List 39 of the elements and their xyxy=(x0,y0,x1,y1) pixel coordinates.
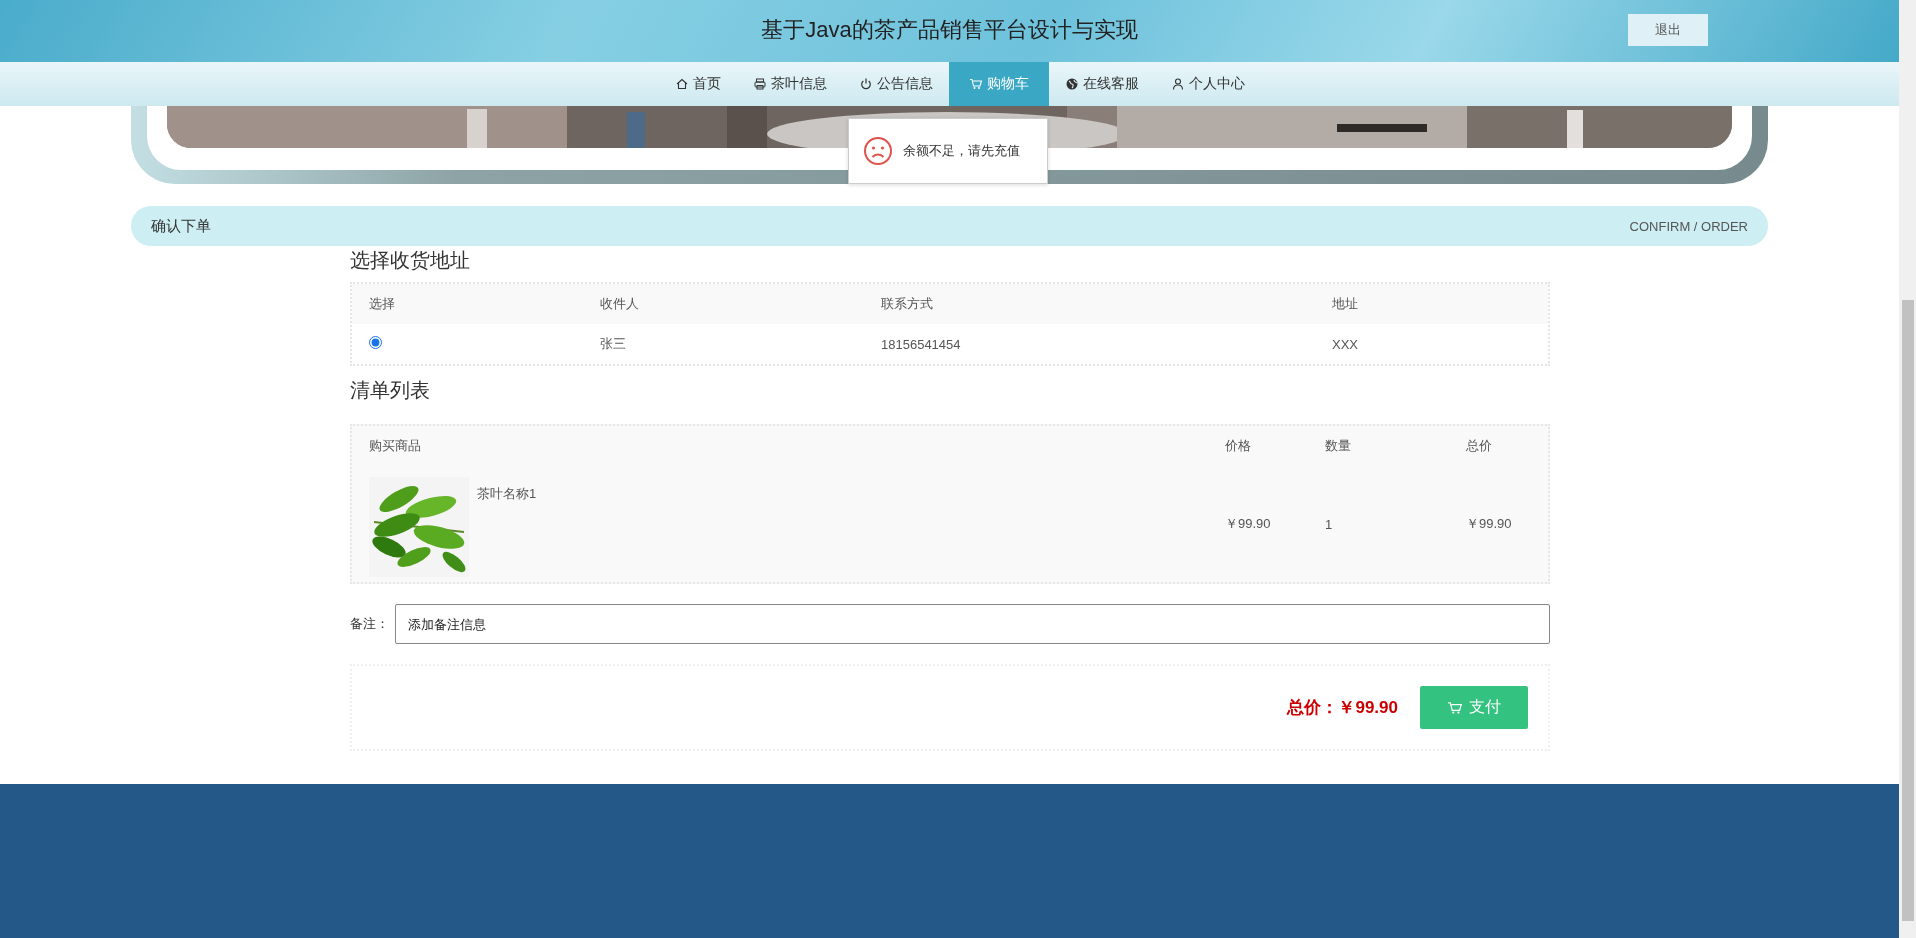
nav-tab[interactable]: 在线客服 xyxy=(1048,62,1155,106)
site-title: 基于Java的茶产品销售平台设计与实现 xyxy=(761,16,1138,44)
nav-tab[interactable]: 个人中心 xyxy=(1154,62,1261,106)
toast-message: 余额不足，请先充值 xyxy=(903,142,1020,160)
table-cell-text: 张三 xyxy=(600,335,627,353)
logout-button[interactable]: 退出 xyxy=(1628,14,1708,46)
globe-icon xyxy=(1064,77,1079,91)
total-price: 总价：￥99.90 xyxy=(1287,697,1398,719)
column-header: 收件人 xyxy=(600,295,640,313)
column-header: 总价 xyxy=(1466,437,1493,455)
section-subtitle: CONFIRM / ORDER xyxy=(1629,218,1748,234)
section-title: 确认下单 xyxy=(151,216,211,236)
column-header: 数量 xyxy=(1325,437,1352,455)
column-header: 联系方式 xyxy=(881,295,934,313)
power-icon xyxy=(858,77,873,91)
address-radio[interactable] xyxy=(369,336,382,349)
section-heading: 选择收货地址 xyxy=(350,248,471,273)
section-heading: 清单列表 xyxy=(350,378,431,403)
note-field[interactable]: 添加备注信息 xyxy=(395,604,1550,644)
table-cell-text: ￥99.90 xyxy=(1466,515,1513,533)
table-cell-text: ￥99.90 xyxy=(1225,515,1272,533)
sad-face-icon xyxy=(863,136,893,166)
cart-icon xyxy=(968,77,983,91)
cart-icon xyxy=(1447,699,1463,716)
column-header: 选择 xyxy=(369,295,396,313)
user-icon xyxy=(1170,77,1185,91)
home-icon xyxy=(674,77,689,91)
nav-tab[interactable]: 首页 xyxy=(658,62,737,106)
column-header: 价格 xyxy=(1225,437,1252,455)
note-label: 备注： xyxy=(350,615,389,633)
column-header: 购买商品 xyxy=(369,437,422,455)
printer-icon xyxy=(752,77,767,91)
table-cell-text: 18156541454 xyxy=(881,336,962,352)
column-header: 地址 xyxy=(1332,295,1359,313)
product-name: 茶叶名称1 xyxy=(477,485,537,503)
nav-tab[interactable]: 公告信息 xyxy=(842,62,949,106)
table-cell-text: 1 xyxy=(1325,516,1334,532)
nav-tab[interactable]: 茶叶信息 xyxy=(736,62,843,106)
table-cell-text: XXX xyxy=(1332,336,1359,352)
